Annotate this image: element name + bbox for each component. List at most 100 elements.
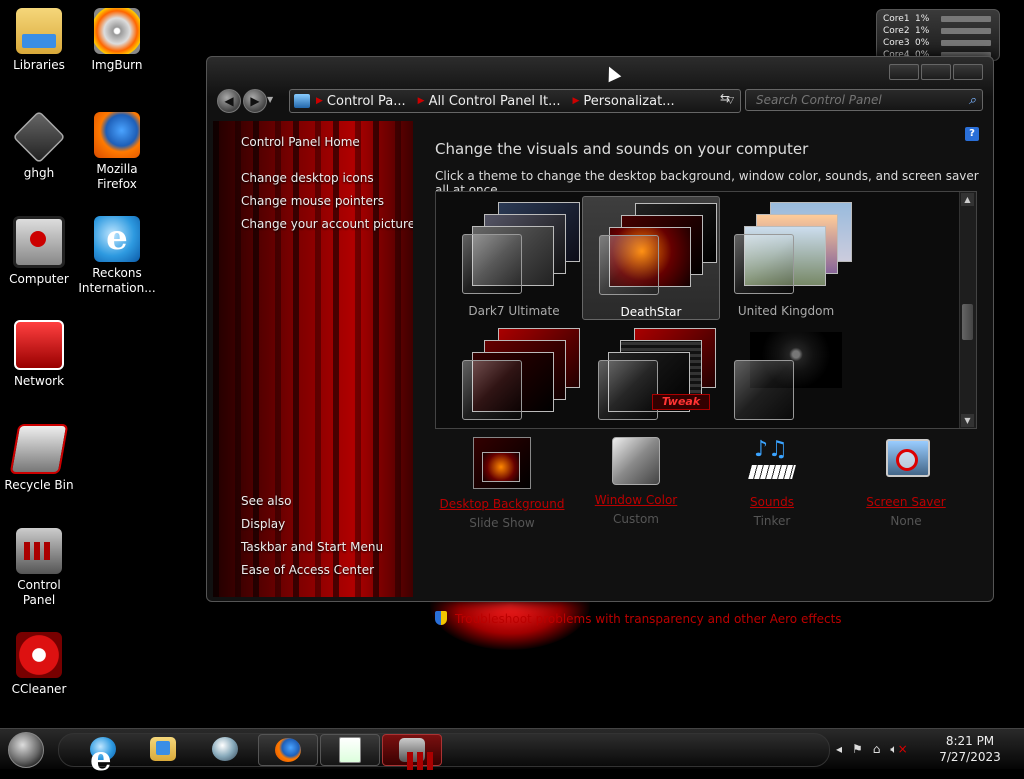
firefox-icon bbox=[94, 112, 140, 158]
network-tray-icon[interactable]: ⌂ bbox=[873, 742, 881, 756]
core-usage: 0% bbox=[915, 38, 930, 48]
control-panel-icon bbox=[399, 738, 437, 770]
theme-color-swatch bbox=[462, 360, 522, 420]
change-desktop-icons-link[interactable]: Change desktop icons bbox=[241, 171, 374, 185]
theme-name: Dark7 Ultimate bbox=[468, 304, 560, 318]
desktop-icon-ccleaner[interactable]: CCleaner bbox=[0, 632, 78, 697]
sounds-link[interactable]: Sounds bbox=[707, 495, 837, 509]
desktop-background-setting[interactable]: Desktop Background Slide Show bbox=[437, 437, 567, 530]
desktop-icon-recycle-bin[interactable]: Recycle Bin bbox=[0, 424, 78, 493]
theme-dark-speaker[interactable] bbox=[718, 322, 854, 428]
desktop-icon-label: Network bbox=[13, 374, 65, 388]
theme-color-swatch bbox=[734, 234, 794, 294]
sounds-value: Tinker bbox=[753, 514, 791, 528]
breadcrumb-item[interactable]: Control Pa... bbox=[323, 94, 412, 109]
scroll-down-icon[interactable]: ▼ bbox=[961, 414, 974, 427]
cpu-meter-gadget[interactable]: Core1 1% Core2 1% Core3 0% Core4 0% bbox=[876, 9, 1000, 61]
desktop-icon-network[interactable]: Network bbox=[0, 320, 78, 389]
taskbar-firefox[interactable] bbox=[258, 734, 318, 766]
screen-saver-link[interactable]: Screen Saver bbox=[841, 495, 971, 509]
maximize-button[interactable] bbox=[921, 64, 951, 80]
change-account-picture-link[interactable]: Change your account picture bbox=[241, 217, 415, 231]
breadcrumb[interactable]: ▶ Control Pa... ▶ All Control Panel It..… bbox=[289, 89, 741, 113]
breadcrumb-item[interactable]: All Control Panel It... bbox=[425, 94, 567, 109]
theme-color-swatch bbox=[599, 235, 659, 295]
theme-gallery: Dark7 Ultimate DeathStar United Kingdom bbox=[435, 191, 977, 429]
sounds-setting[interactable]: ♪♫ Sounds Tinker bbox=[707, 437, 837, 528]
desktop-background-link[interactable]: Desktop Background bbox=[437, 497, 567, 511]
search-input[interactable] bbox=[754, 92, 958, 108]
start-button[interactable] bbox=[8, 732, 44, 768]
screen-saver-setting[interactable]: Screen Saver None bbox=[841, 437, 971, 528]
minimize-button[interactable] bbox=[889, 64, 919, 80]
system-tray: ◂ ⚑ ⌂ 🔈︎× bbox=[836, 737, 908, 761]
taskbar-internet-explorer[interactable] bbox=[74, 734, 132, 779]
core-name: Core2 bbox=[883, 26, 910, 36]
ease-of-access-link[interactable]: Ease of Access Center bbox=[241, 563, 374, 577]
display-link[interactable]: Display bbox=[241, 517, 285, 531]
desktop-icon-computer[interactable]: Computer bbox=[0, 216, 78, 287]
core-usage: 1% bbox=[915, 26, 930, 36]
theme-red-abstract[interactable] bbox=[446, 322, 582, 428]
theme-name: DeathStar bbox=[620, 305, 682, 319]
breadcrumb-item[interactable]: Personalizat... bbox=[579, 94, 680, 109]
desktop-icon-control-panel[interactable]: Control Panel bbox=[0, 528, 78, 608]
breadcrumb-separator-icon: ▶ bbox=[417, 96, 425, 106]
core-name: Core1 bbox=[883, 14, 910, 24]
desktop-icon-imgburn[interactable]: ImgBurn bbox=[78, 8, 156, 73]
theme-deathstar[interactable]: DeathStar bbox=[582, 196, 720, 320]
show-hidden-icons-icon[interactable]: ◂ bbox=[836, 742, 842, 756]
taskbar-clock[interactable]: 8:21 PM 7/27/2023 bbox=[930, 733, 1010, 765]
desktop-icon-label: ghgh bbox=[23, 166, 55, 180]
close-button[interactable] bbox=[953, 64, 983, 80]
taskbar-control-panel[interactable] bbox=[382, 734, 442, 770]
theme-name: United Kingdom bbox=[737, 304, 835, 318]
help-icon[interactable]: ? bbox=[965, 127, 979, 141]
theme-gallery-scrollbar[interactable]: ▲ ▼ bbox=[959, 192, 976, 428]
volume-muted-icon[interactable]: 🔈︎× bbox=[890, 742, 907, 757]
theme-united-kingdom[interactable]: United Kingdom bbox=[718, 196, 854, 318]
taskbar-windows-explorer[interactable] bbox=[134, 734, 192, 764]
refresh-icon[interactable]: ⇆ bbox=[715, 91, 735, 109]
personalization-window: ◀ ▶ ▼ ▶ Control Pa... ▶ All Control Pane… bbox=[206, 56, 994, 626]
troubleshoot-aero-link[interactable]: Troubleshoot problems with transparency … bbox=[435, 611, 842, 626]
window-color-link[interactable]: Window Color bbox=[571, 493, 701, 507]
search-icon[interactable]: ⌕ bbox=[969, 93, 976, 108]
taskbar-media-player[interactable] bbox=[196, 734, 254, 764]
core-name: Core3 bbox=[883, 38, 910, 48]
desktop-icon-libraries[interactable]: Libraries bbox=[0, 8, 78, 73]
theme-dark7-ultimate[interactable]: Dark7 Ultimate bbox=[446, 196, 582, 318]
notepad-icon bbox=[339, 737, 361, 763]
breadcrumb-separator-icon: ▶ bbox=[316, 96, 323, 106]
desktop-background-value: Slide Show bbox=[469, 516, 535, 530]
address-bar-row: ◀ ▶ ▼ ▶ Control Pa... ▶ All Control Pane… bbox=[215, 87, 985, 115]
tweak-logo-text: Tweak bbox=[652, 394, 710, 410]
action-center-flag-icon[interactable]: ⚑ bbox=[852, 742, 863, 756]
see-also-heading: See also bbox=[241, 494, 292, 508]
control-panel-icon bbox=[16, 528, 62, 574]
window-color-icon bbox=[612, 437, 660, 485]
taskbar-start-menu-link[interactable]: Taskbar and Start Menu bbox=[241, 540, 383, 554]
control-panel-home-link[interactable]: Control Panel Home bbox=[241, 135, 360, 149]
scroll-thumb[interactable] bbox=[962, 304, 973, 340]
recycle-bin-icon bbox=[9, 424, 69, 474]
change-mouse-pointers-link[interactable]: Change mouse pointers bbox=[241, 194, 384, 208]
desktop-icon-reckons[interactable]: Reckons Internation... bbox=[78, 216, 156, 296]
theme-tweak[interactable]: Tweak bbox=[582, 322, 718, 428]
sounds-icon: ♪♫ bbox=[744, 437, 800, 487]
desktop-icon-label: Control Panel bbox=[17, 578, 61, 607]
computer-monitor-icon bbox=[13, 216, 65, 268]
personalization-content: ? Change the visuals and sounds on your … bbox=[413, 121, 987, 626]
desktop-icon-ghgh[interactable]: ghgh bbox=[0, 110, 78, 181]
window-color-setting[interactable]: Window Color Custom bbox=[571, 437, 701, 526]
taskbar-notepad[interactable] bbox=[320, 734, 380, 766]
scroll-up-icon[interactable]: ▲ bbox=[961, 193, 974, 206]
search-box[interactable]: ⌕ bbox=[745, 89, 983, 111]
back-button[interactable]: ◀ bbox=[217, 89, 241, 113]
page-title: Change the visuals and sounds on your co… bbox=[435, 140, 809, 158]
recent-pages-chevron-icon[interactable]: ▼ bbox=[267, 95, 273, 104]
breadcrumb-separator-icon: ▶ bbox=[572, 96, 580, 106]
desktop-icon-firefox[interactable]: Mozilla Firefox bbox=[78, 112, 156, 192]
core-usage: 1% bbox=[915, 14, 930, 24]
forward-button[interactable]: ▶ bbox=[243, 89, 267, 113]
